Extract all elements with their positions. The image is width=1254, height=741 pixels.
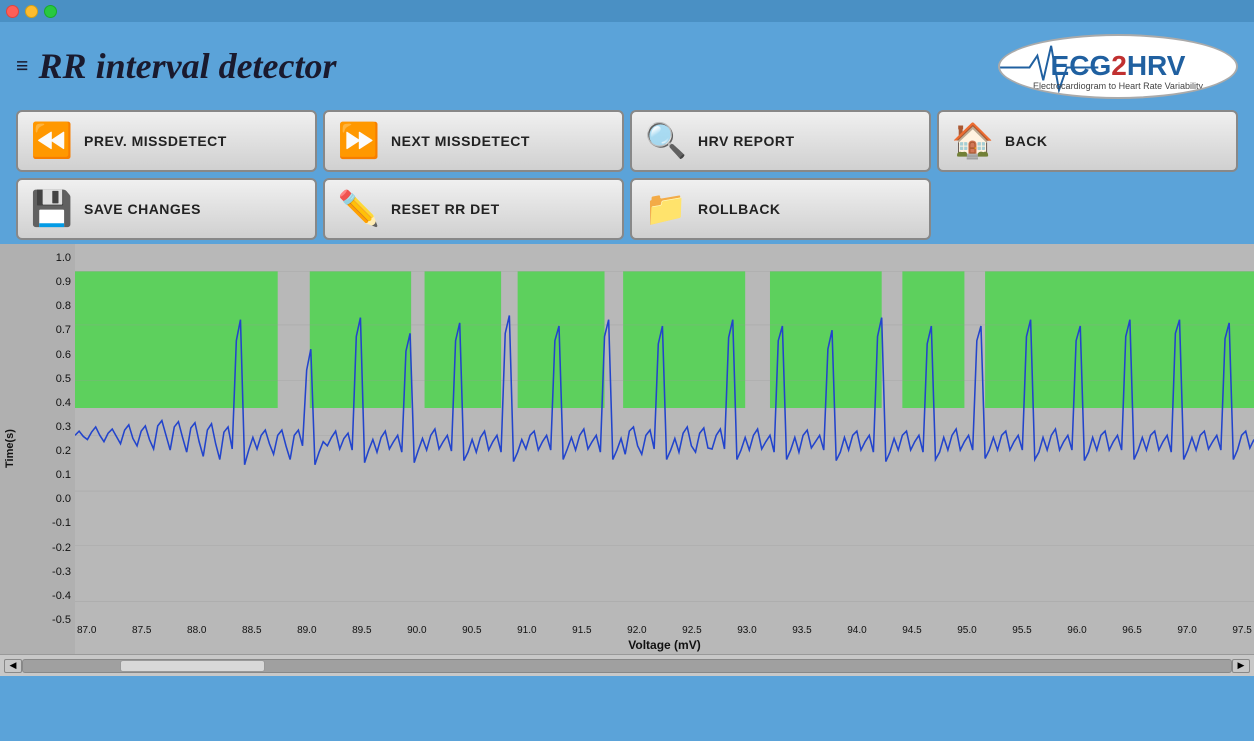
x-tick: 89.0	[297, 625, 316, 636]
x-tick: 88.0	[187, 625, 206, 636]
x-tick: 94.0	[847, 625, 866, 636]
y-tick: -0.5	[52, 614, 71, 626]
hrv-report-button[interactable]: 🔍 HRV REPORT	[630, 110, 931, 172]
x-tick: 93.5	[792, 625, 811, 636]
x-tick: 97.0	[1177, 625, 1196, 636]
x-tick: 93.0	[737, 625, 756, 636]
y-axis: 1.0 0.9 0.8 0.7 0.6 0.5 0.4 0.3 0.2 0.1 …	[20, 244, 75, 654]
logo-num-text: 2	[1111, 50, 1127, 82]
y-tick: 0.1	[56, 469, 71, 481]
x-tick: 87.0	[77, 625, 96, 636]
x-tick: 92.0	[627, 625, 646, 636]
reset-icon: ✏️	[337, 189, 381, 229]
y-tick: 0.6	[56, 349, 71, 361]
y-tick: 1.0	[56, 252, 71, 264]
save-changes-button[interactable]: 💾 SAVE CHANGES	[16, 178, 317, 240]
scrollbar-area: ◀ ▶	[0, 654, 1254, 676]
save-changes-label: SAVE CHANGES	[84, 201, 201, 217]
x-tick: 90.5	[462, 625, 481, 636]
rollback-button[interactable]: 📁 ROLLBACK	[630, 178, 931, 240]
y-tick: 0.0	[56, 493, 71, 505]
back-icon: 🏠	[951, 121, 995, 161]
back-label: BACK	[1005, 133, 1047, 149]
rollback-icon: 📁	[644, 189, 688, 229]
chart-container: Time(s) 1.0 0.9 0.8 0.7 0.6 0.5 0.4 0.3 …	[0, 244, 1254, 654]
reset-rr-det-label: RESET RR DET	[391, 201, 500, 217]
y-tick: 0.5	[56, 373, 71, 385]
x-tick: 91.5	[572, 625, 591, 636]
y-tick: 0.4	[56, 397, 71, 409]
x-tick: 87.5	[132, 625, 151, 636]
app-title-text: RR interval detector	[39, 45, 337, 87]
app-title: ≡ RR interval detector	[16, 45, 337, 87]
x-tick: 89.5	[352, 625, 371, 636]
x-tick: 96.0	[1067, 625, 1086, 636]
next-icon: ⏩	[337, 121, 381, 161]
y-tick: -0.1	[52, 517, 71, 529]
minimize-button[interactable]	[25, 5, 38, 18]
y-tick: -0.2	[52, 542, 71, 554]
x-tick: 97.5	[1232, 625, 1251, 636]
y-tick: 0.8	[56, 300, 71, 312]
title-bar	[0, 0, 1254, 22]
y-tick: 0.2	[56, 445, 71, 457]
header: ≡ RR interval detector ECG 2 HRV Electro…	[0, 22, 1254, 110]
prev-missdetect-button[interactable]: ⏪ PREV. MISSDETECT	[16, 110, 317, 172]
next-missdetect-button[interactable]: ⏩ NEXT MISSDETECT	[323, 110, 624, 172]
hrv-report-label: HRV REPORT	[698, 133, 795, 149]
scrollbar-thumb[interactable]	[120, 660, 265, 672]
prev-icon: ⏪	[30, 121, 74, 161]
logo-hrv-text: HRV	[1127, 50, 1186, 82]
reset-rr-det-button[interactable]: ✏️ RESET RR DET	[323, 178, 624, 240]
scrollbar-track[interactable]	[22, 659, 1232, 673]
save-icon: 💾	[30, 189, 74, 229]
x-tick: 92.5	[682, 625, 701, 636]
back-button[interactable]: 🏠 BACK	[937, 110, 1238, 172]
chart-main[interactable]: 87.0 87.5 88.0 88.5 89.0 89.5 90.0 90.5 …	[75, 244, 1254, 654]
app-title-icon: ≡	[16, 53, 29, 79]
report-icon: 🔍	[644, 121, 688, 161]
logo: ECG 2 HRV Electrocardiogram to Heart Rat…	[998, 34, 1238, 99]
x-tick: 91.0	[517, 625, 536, 636]
y-axis-title: Time(s)	[0, 244, 20, 654]
scroll-left-button[interactable]: ◀	[4, 659, 22, 673]
x-tick: 95.5	[1012, 625, 1031, 636]
y-tick: 0.9	[56, 276, 71, 288]
maximize-button[interactable]	[44, 5, 57, 18]
x-axis-label: Voltage (mV)	[628, 638, 700, 652]
x-tick: 88.5	[242, 625, 261, 636]
x-tick: 96.5	[1122, 625, 1141, 636]
logo-subtext: Electrocardiogram to Heart Rate Variabil…	[1033, 81, 1203, 91]
y-tick: 0.3	[56, 421, 71, 433]
y-tick: -0.4	[52, 590, 71, 602]
x-tick: 94.5	[902, 625, 921, 636]
prev-missdetect-label: PREV. MISSDETECT	[84, 133, 227, 149]
x-tick: 95.0	[957, 625, 976, 636]
y-tick: -0.3	[52, 566, 71, 578]
next-missdetect-label: NEXT MISSDETECT	[391, 133, 530, 149]
x-tick: 90.0	[407, 625, 426, 636]
logo-ecg-text: ECG	[1051, 50, 1112, 82]
scroll-right-button[interactable]: ▶	[1232, 659, 1250, 673]
close-button[interactable]	[6, 5, 19, 18]
rollback-label: ROLLBACK	[698, 201, 781, 217]
y-tick: 0.7	[56, 324, 71, 336]
